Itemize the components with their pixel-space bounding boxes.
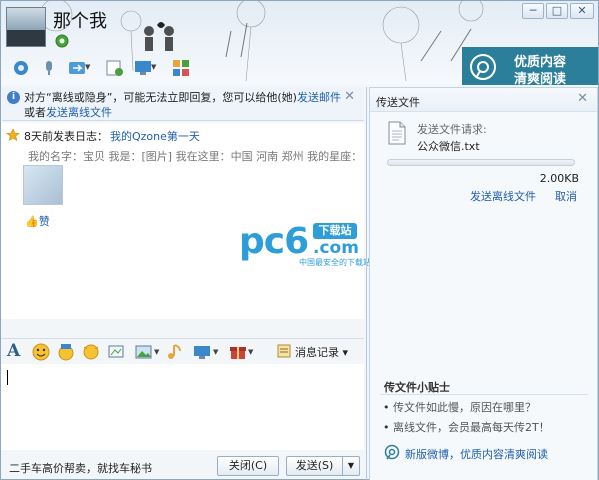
ad-banner[interactable]: 优质内容 清爽阅读 — [462, 47, 598, 85]
tips-title: 传文件小贴士 — [384, 381, 450, 394]
offline-notice: i 对方“离线或隐身”，可能无法立即回复，您可以给他(她)发送邮件或者发送离线文… — [2, 87, 364, 121]
apps-button[interactable] — [167, 55, 195, 81]
file-panel-header: 传送文件 ✕ — [370, 88, 597, 112]
input-toolbar: A ▼ ▼ ▼ 消息记录 ▾ — [1, 338, 364, 364]
message-history-button[interactable]: 消息记录 ▾ — [295, 344, 348, 360]
chat-toolbar: ▼ ▼ — [7, 55, 195, 81]
watermark-tag: 下载站 — [313, 223, 357, 239]
font-button[interactable]: A — [7, 341, 25, 361]
transfer-progress-bar — [387, 159, 575, 166]
notice-text: 对方“离线或隐身”，可能无法立即回复，您可以给他(她) — [24, 91, 297, 104]
file-name: 公众微信.txt — [417, 140, 480, 153]
close-window-button[interactable]: ✕ — [570, 3, 594, 19]
magic-emoji-icon[interactable] — [57, 343, 75, 361]
cancel-transfer-button[interactable]: 取消 — [555, 188, 577, 204]
remote-assist-button[interactable]: ▼ — [129, 55, 161, 81]
chevron-down-icon[interactable]: ▼ — [213, 348, 218, 356]
chat-panel: i 对方“离线或隐身”，可能无法立即回复，您可以给他(她)发送邮件或者发送离线文… — [1, 87, 371, 480]
send-offline-file-button[interactable]: 发送离线文件 — [470, 188, 536, 204]
send-email-link[interactable]: 发送邮件 — [297, 91, 341, 104]
like-button[interactable]: 👍赞 — [25, 213, 50, 229]
microphone-icon — [46, 61, 52, 75]
send-offline-file-link[interactable]: 发送离线文件 — [46, 106, 112, 119]
like-label: 赞 — [38, 215, 50, 228]
tips-divider — [380, 394, 588, 395]
file-size: 2.00KB — [539, 172, 579, 185]
file-panel-title: 传送文件 — [376, 96, 420, 109]
thumbs-up-icon: 👍 — [25, 215, 39, 228]
watermark-domain: .com — [313, 238, 359, 258]
file-transfer-panel: 传送文件 ✕ 发送文件请求: 公众微信.txt 2.00KB 发送离线文件 取消… — [369, 87, 598, 480]
bottom-bar: 二手车高价帮卖，就找车秘书 关闭(C) 发送(S) ▼ — [1, 450, 364, 480]
text-ad-link[interactable]: 二手车高价帮卖，就找车秘书 — [9, 460, 152, 476]
info-icon: i — [7, 91, 20, 104]
text-file-icon — [388, 121, 406, 145]
contact-avatar[interactable] — [6, 7, 46, 47]
text-caret — [7, 370, 8, 385]
screen-share-icon[interactable] — [193, 343, 211, 361]
minimize-button[interactable]: ─ — [522, 3, 544, 19]
window-controls: ─ □ ✕ — [522, 3, 594, 19]
star-icon — [6, 128, 20, 142]
voice-call-button[interactable] — [35, 55, 63, 81]
feed-title: 8天前发表日志： 我的Qzone第一天 — [24, 128, 200, 144]
chevron-down-icon[interactable]: ▼ — [248, 348, 253, 356]
watermark-slogan: 中国最安全的下载站 — [299, 258, 371, 267]
music-icon[interactable] — [165, 343, 183, 361]
close-button[interactable]: 关闭(C) — [217, 456, 279, 476]
feed-thumbnail[interactable] — [23, 165, 63, 205]
feed-title-text: 8天前发表日志： — [24, 130, 108, 143]
send-button[interactable]: 发送(S) — [286, 456, 342, 476]
contact-name: 那个我 — [53, 11, 107, 32]
tip-item: • 传文件如此慢，原因在哪里？ — [383, 401, 536, 414]
message-input[interactable] — [1, 364, 364, 450]
shake-window-icon[interactable] — [82, 343, 100, 361]
chat-window: 那个我 ─ □ ✕ ▼ ▼ 优质内容 清爽阅读 i 对方“离线或隐身”，可能无法… — [0, 0, 599, 480]
group-add-icon — [106, 60, 123, 76]
history-icon — [277, 344, 291, 358]
tip-slow-transfer-link[interactable]: 传文件如此慢，原因在哪里？ — [393, 401, 536, 414]
weibo-promo: 新版微博，优质内容清爽阅读 — [384, 444, 592, 462]
chevron-down-icon[interactable]: ▼ — [154, 348, 159, 356]
weibo-promo-link[interactable]: 新版微博，优质内容清爽阅读 — [405, 446, 548, 462]
video-camera-icon — [14, 61, 28, 75]
panel-divider[interactable] — [366, 87, 367, 480]
chat-header: 那个我 ─ □ ✕ ▼ ▼ 优质内容 清爽阅读 — [1, 1, 598, 85]
chevron-down-icon[interactable]: ▼ — [85, 63, 90, 71]
close-notice-icon[interactable]: ✕ — [344, 89, 355, 104]
weibo-logo-icon — [470, 54, 496, 80]
create-group-button[interactable] — [101, 55, 129, 81]
notice-or: 或者 — [24, 106, 46, 119]
ad-subtitle: 清爽阅读 — [514, 72, 567, 85]
screenshot-icon[interactable] — [107, 343, 125, 361]
tip-offline-file-link[interactable]: 离线文件，会员最高每天传2T！ — [393, 421, 550, 434]
monitor-icon — [135, 61, 151, 75]
online-status-icon — [55, 34, 69, 48]
gift-icon[interactable] — [229, 343, 247, 361]
video-call-button[interactable] — [7, 55, 35, 81]
watermark-brand: pc6 — [239, 221, 309, 262]
image-icon[interactable] — [135, 343, 153, 361]
file-request-label: 发送文件请求: — [417, 123, 487, 136]
tip-item: • 离线文件，会员最高每天传2T！ — [383, 421, 550, 434]
qzone-post-link[interactable]: 我的Qzone第一天 — [110, 130, 200, 143]
send-options-button[interactable]: ▼ — [342, 456, 360, 476]
weibo-icon — [384, 444, 400, 460]
emoji-icon[interactable] — [32, 343, 50, 361]
apps-grid-icon — [173, 60, 189, 76]
file-transfer-icon — [69, 62, 85, 74]
feed-excerpt: 我的名字：宝贝 我是：[图片] 我在这里：中国 河南 郑州 我的星座： — [28, 150, 363, 163]
close-file-panel-icon[interactable]: ✕ — [577, 91, 588, 106]
maximize-button[interactable]: □ — [546, 3, 568, 19]
chevron-down-icon[interactable]: ▼ — [151, 63, 156, 71]
pc6-watermark: pc6 下载站 .com 中国最安全的下载站 — [239, 221, 371, 271]
history-label: 消息记录 — [295, 346, 339, 359]
transfer-file-button[interactable]: ▼ — [63, 55, 95, 81]
